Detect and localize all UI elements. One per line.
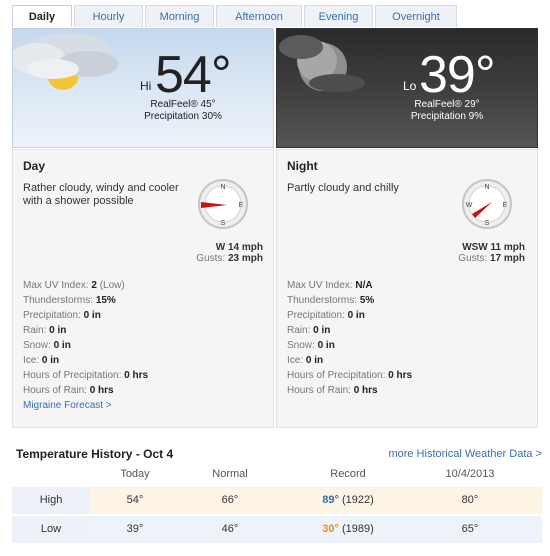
compass-south-label: S xyxy=(485,220,490,227)
day-wind-compass-icon: N E S xyxy=(198,179,248,229)
tab-daily[interactable]: Daily xyxy=(12,5,72,27)
history-row-low: Low 39° 46° 30° (1989) 65° xyxy=(12,516,542,543)
compass-east-label: E xyxy=(503,202,508,209)
partly-cloudy-icon xyxy=(13,33,118,90)
row-label: High xyxy=(12,487,90,514)
partly-cloudy-night-icon xyxy=(279,35,365,92)
migraine-forecast-link[interactable]: Migraine Forecast > xyxy=(23,398,148,413)
high-label: Hi xyxy=(140,79,152,93)
night-realfeel: RealFeel® 29° xyxy=(414,99,480,110)
stat-thunderstorms: Thunderstorms: 5% xyxy=(287,295,375,306)
tab-evening[interactable]: Evening xyxy=(304,5,373,27)
night-precipitation: Precipitation 9% xyxy=(410,111,484,122)
tab-hourly[interactable]: Hourly xyxy=(74,5,143,27)
history-row-high: High 54° 66° 89° (1922) 80° xyxy=(12,487,542,514)
high-record: 89° (1922) xyxy=(298,487,398,514)
compass-west-label: W xyxy=(466,202,473,209)
day-details: Day Rather cloudy, windy and cooler with… xyxy=(12,149,274,428)
period-tabs: Daily Hourly Morning Afternoon Evening O… xyxy=(12,5,459,27)
night-stats: Max UV Index: N/A Thunderstorms: 5% Prec… xyxy=(287,278,412,398)
night-wind-speed: WSW 11 mph xyxy=(462,242,525,253)
night-gusts-label: Gusts: xyxy=(458,253,488,264)
high-normal: 66° xyxy=(221,494,239,506)
tab-overnight[interactable]: Overnight xyxy=(375,5,457,27)
day-gusts: Gusts: 23 mph xyxy=(163,253,263,264)
tab-afternoon[interactable]: Afternoon xyxy=(216,5,302,27)
day-stats: Max UV Index: 2 (Low) Thunderstorms: 15%… xyxy=(23,278,148,413)
col-last-year: 10/4/2013 xyxy=(445,468,495,480)
stat-hours-rain: Hours of Rain: 0 hrs xyxy=(23,385,114,396)
stat-rain: Rain: 0 in xyxy=(23,325,67,336)
compass-south-label: S xyxy=(221,220,226,227)
low-today: 39° xyxy=(126,523,144,535)
day-wind-speed: W 14 mph xyxy=(215,242,263,253)
day-gusts-label: Gusts: xyxy=(196,253,226,264)
low-normal: 46° xyxy=(221,523,239,535)
stat-precipitation: Precipitation: 0 in xyxy=(287,310,365,321)
stat-rain: Rain: 0 in xyxy=(287,325,331,336)
night-description: Partly cloudy and chilly xyxy=(287,182,399,194)
row-label: Low xyxy=(12,516,90,543)
night-wind: WSW 11 mph xyxy=(425,242,525,253)
stat-precipitation: Precipitation: 0 in xyxy=(23,310,101,321)
more-historical-link[interactable]: more Historical Weather Data > xyxy=(388,448,542,460)
low-last-year: 65° xyxy=(461,523,479,535)
stat-hours-rain: Hours of Rain: 0 hrs xyxy=(287,385,378,396)
col-normal: Normal xyxy=(212,468,248,480)
stat-ice: Ice: 0 in xyxy=(287,355,324,366)
compass-east-label: E xyxy=(239,202,244,209)
night-wind-compass-icon: N E S W xyxy=(462,179,512,229)
stat-ice: Ice: 0 in xyxy=(23,355,60,366)
day-title: Day xyxy=(23,159,46,173)
high-last-year: 80° xyxy=(461,494,479,506)
day-realfeel: RealFeel® 45° xyxy=(150,99,216,110)
low-record: 30° (1989) xyxy=(298,516,398,543)
day-precipitation: Precipitation 30% xyxy=(144,111,222,122)
day-gusts-value: 23 mph xyxy=(227,253,263,264)
stat-uv: Max UV Index: 2 (Low) xyxy=(23,280,125,291)
day-forecast-panel: Hi 54° RealFeel® 45° Precipitation 30% xyxy=(12,28,274,148)
stat-snow: Snow: 0 in xyxy=(287,340,335,351)
history-title: Temperature History - Oct 4 xyxy=(16,447,174,461)
night-forecast-panel: Lo 39° RealFeel® 29° Precipitation 9% xyxy=(276,28,538,148)
night-gusts-value: 17 mph xyxy=(489,253,525,264)
history-header: Today Normal Record 10/4/2013 xyxy=(12,468,542,484)
night-gusts: Gusts: 17 mph xyxy=(425,253,525,264)
low-record-value: 30° xyxy=(322,523,339,535)
low-record-year: (1989) xyxy=(341,523,374,535)
high-temperature: 54° xyxy=(155,46,232,104)
stat-snow: Snow: 0 in xyxy=(23,340,71,351)
day-wind: W 14 mph xyxy=(163,242,263,253)
tab-morning[interactable]: Morning xyxy=(145,5,214,27)
high-record-year: (1922) xyxy=(341,494,374,506)
compass-north-label: N xyxy=(484,184,489,191)
night-details: Night Partly cloudy and chilly N E S W W… xyxy=(276,149,538,428)
low-label: Lo xyxy=(403,79,417,93)
compass-north-label: N xyxy=(220,184,225,191)
high-record-value: 89° xyxy=(322,494,339,506)
night-title: Night xyxy=(287,159,318,173)
col-record: Record xyxy=(330,468,366,480)
low-temperature: 39° xyxy=(419,46,496,104)
stat-thunderstorms: Thunderstorms: 15% xyxy=(23,295,116,306)
stat-uv: Max UV Index: N/A xyxy=(287,280,373,291)
high-today: 54° xyxy=(126,494,144,506)
stat-hours-precip: Hours of Precipitation: 0 hrs xyxy=(287,370,413,381)
day-description: Rather cloudy, windy and cooler with a s… xyxy=(23,182,179,207)
col-today: Today xyxy=(120,468,150,480)
stat-hours-precip: Hours of Precipitation: 0 hrs xyxy=(23,370,149,381)
